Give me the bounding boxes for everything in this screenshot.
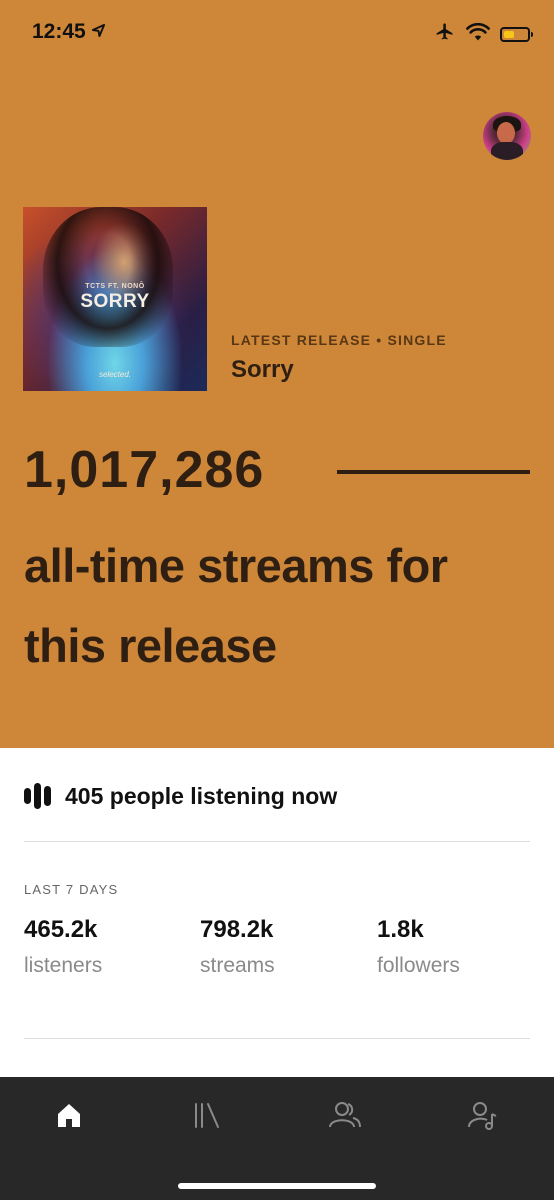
tab-audience[interactable] [325, 1097, 365, 1137]
hero-section: 12:45 TCTS FT. NONÔ SORRY selected. LATE… [0, 0, 554, 748]
divider [24, 1038, 530, 1039]
cover-label: selected. [98, 370, 132, 379]
release-title[interactable]: Sorry [231, 356, 294, 384]
audience-icon [327, 1100, 363, 1135]
airplane-icon [434, 22, 456, 47]
tab-library[interactable] [187, 1097, 227, 1137]
home-indicator[interactable] [178, 1183, 376, 1189]
profile-avatar[interactable] [483, 112, 531, 160]
stat-value: 798.2k [200, 916, 274, 943]
stat-followers: 1.8k followers [377, 916, 460, 978]
stat-label: followers [377, 954, 460, 977]
last-7-days-label: LAST 7 DAYS [24, 882, 119, 897]
stat-label: streams [200, 954, 275, 977]
status-time-label: 12:45 [32, 20, 86, 43]
tab-profile[interactable] [463, 1097, 503, 1137]
status-icons [434, 22, 533, 47]
stream-count: 1,017,286 [24, 441, 265, 499]
cover-title: SORRY [80, 291, 150, 312]
stat-label: listeners [24, 954, 103, 977]
stream-count-dash [337, 470, 530, 474]
live-bars-icon [24, 783, 51, 809]
battery-icon [500, 27, 533, 42]
status-bar: 12:45 [0, 0, 554, 70]
divider [24, 841, 530, 842]
stream-caption: all-time streams for this release [24, 539, 448, 672]
library-icon [192, 1101, 222, 1134]
profile-music-icon [467, 1100, 499, 1135]
stat-streams: 798.2k streams [200, 916, 275, 978]
wifi-icon [466, 22, 490, 46]
listening-now-row: 405 people listening now [24, 778, 337, 814]
tab-bar [0, 1077, 554, 1200]
home-icon [55, 1101, 83, 1134]
release-cover-art[interactable]: TCTS FT. NONÔ SORRY selected. [23, 207, 207, 391]
battery-level [504, 31, 514, 38]
location-arrow-icon [91, 20, 106, 44]
stat-listeners: 465.2k listeners [24, 916, 102, 978]
listening-now-text: 405 people listening now [65, 782, 338, 809]
tab-home[interactable] [49, 1097, 89, 1137]
stat-value: 465.2k [24, 916, 98, 943]
release-meta: LATEST RELEASE • SINGLE [231, 332, 447, 348]
stat-value: 1.8k [377, 916, 424, 943]
cover-artist-line: TCTS FT. NONÔ [85, 283, 145, 290]
status-time: 12:45 [32, 20, 106, 44]
